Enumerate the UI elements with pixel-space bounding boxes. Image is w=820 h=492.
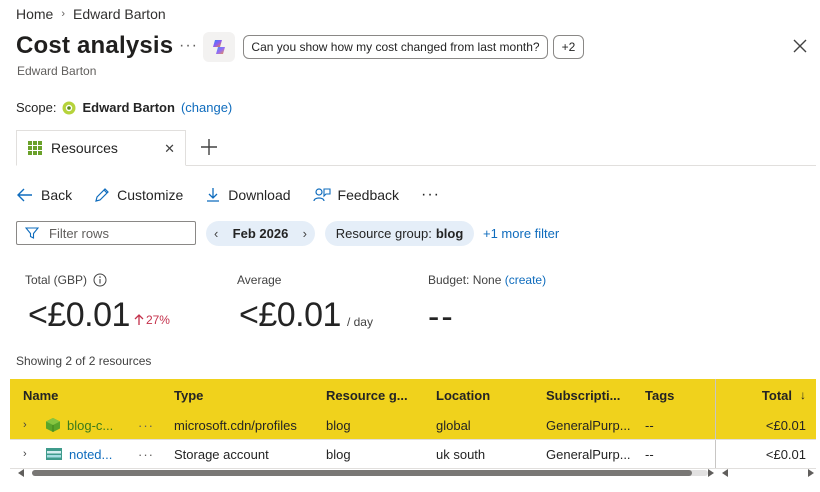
arrow-up-icon (134, 314, 144, 325)
add-tab-icon[interactable] (198, 136, 220, 158)
row-location: uk south (436, 446, 486, 462)
column-name[interactable]: Name (23, 379, 58, 411)
close-icon[interactable] (790, 36, 810, 56)
page-subtitle: Edward Barton (17, 64, 97, 78)
toolbar-more-button[interactable]: ··· (421, 186, 440, 204)
row-more-button[interactable]: ··· (138, 440, 154, 468)
download-icon (207, 188, 220, 202)
chevron-left-icon[interactable]: ‹ (214, 226, 218, 241)
row-total: <£0.01 (765, 417, 806, 433)
expand-chevron-icon[interactable]: › (23, 448, 39, 460)
kpi-budget-value: -- (428, 298, 455, 336)
tab-close-icon[interactable]: ✕ (164, 141, 175, 157)
row-resource-group: blog (326, 417, 351, 433)
row-subscription: GeneralPurp... (546, 417, 631, 433)
table-row[interactable]: › blog-c... ··· microsoft.cdn/profiles b… (10, 411, 816, 440)
row-name-cell[interactable]: › noted... (23, 440, 112, 468)
column-divider (715, 411, 716, 439)
copilot-button[interactable] (203, 32, 235, 62)
tab-label: Resources (51, 140, 118, 156)
horizontal-scrollbar[interactable] (16, 467, 716, 479)
row-resource-group: blog (326, 446, 351, 462)
column-tags[interactable]: Tags (645, 379, 674, 411)
create-budget-link[interactable]: (create) (505, 273, 546, 287)
kpi-change: 27% (134, 313, 170, 327)
row-location: global (436, 417, 471, 433)
showing-count: Showing 2 of 2 resources (16, 354, 152, 368)
column-type[interactable]: Type (174, 379, 203, 411)
row-total: <£0.01 (765, 446, 806, 462)
more-filter-link[interactable]: +1 more filter (483, 226, 559, 241)
table-header: Name Type Resource g... Location Subscri… (10, 379, 816, 411)
column-divider (715, 379, 716, 411)
breadcrumb-current[interactable]: Edward Barton (73, 6, 166, 22)
copilot-icon (213, 40, 225, 54)
feedback-button[interactable]: Feedback (312, 187, 399, 203)
date-range-pill[interactable]: ‹ Feb 2026 › (206, 221, 315, 246)
scope-change-link[interactable]: (change) (181, 100, 232, 115)
subscription-key-icon (62, 101, 76, 114)
breadcrumb: Home › Edward Barton (16, 5, 166, 23)
pencil-icon (95, 188, 109, 202)
scope-name: Edward Barton (82, 100, 175, 115)
info-icon[interactable] (93, 273, 107, 287)
row-subscription: GeneralPurp... (546, 446, 631, 462)
row-more-button[interactable]: ··· (138, 411, 154, 439)
column-total[interactable]: Total ↓ (762, 379, 806, 411)
kpi-budget-label: Budget: None (create) (428, 273, 547, 287)
more-prompts-pill[interactable]: +2 (553, 35, 584, 59)
title-more-button[interactable]: ··· (179, 37, 198, 55)
chevron-right-icon: › (61, 8, 66, 20)
scope-label: Scope: (16, 100, 57, 115)
column-resource-group[interactable]: Resource g... (326, 379, 408, 411)
sort-descending-icon: ↓ (800, 388, 806, 402)
scope-bar: Scope: Edward Barton (change) (16, 100, 232, 115)
row-type: Storage account (174, 446, 269, 462)
column-location[interactable]: Location (436, 379, 490, 411)
suggested-prompt-pill[interactable]: Can you show how my cost changed from la… (243, 35, 548, 59)
expand-chevron-icon[interactable]: › (23, 419, 39, 431)
filter-rows-input[interactable]: Filter rows (16, 221, 196, 245)
filter-placeholder: Filter rows (49, 225, 109, 241)
chevron-right-icon[interactable]: › (303, 226, 307, 241)
cdn-profile-icon (46, 418, 60, 432)
storage-account-icon (46, 448, 62, 460)
back-button[interactable]: Back (16, 187, 72, 203)
date-label: Feb 2026 (232, 226, 289, 241)
grid-icon (28, 141, 42, 155)
feedback-icon (312, 188, 331, 202)
kpi-average-value: <£0.01 / day (239, 296, 373, 334)
customize-button[interactable]: Customize (94, 187, 183, 203)
tab-resources[interactable]: Resources ✕ (16, 130, 186, 166)
kpi-total-value: <£0.01 27% (28, 296, 170, 334)
page-title: Cost analysis (16, 32, 174, 59)
arrow-left-icon (17, 188, 32, 202)
column-divider (715, 440, 716, 468)
toolbar: Back Customize Download Feedback ··· (16, 184, 462, 206)
download-button[interactable]: Download (205, 187, 291, 203)
kpi-total-label: Total (GBP) (25, 273, 107, 287)
row-name-cell[interactable]: › blog-c... (23, 411, 113, 439)
breadcrumb-home[interactable]: Home (16, 6, 53, 22)
table-row[interactable]: › noted... ··· Storage account blog uk s… (10, 440, 816, 469)
resource-group-filter-pill[interactable]: Resource group: blog (325, 221, 474, 246)
column-subscription[interactable]: Subscripti... (546, 379, 620, 411)
row-type: microsoft.cdn/profiles (174, 417, 297, 433)
row-tags: -- (645, 417, 654, 433)
kpi-average-label: Average (237, 273, 282, 287)
filter-icon (25, 227, 39, 239)
resources-table: Name Type Resource g... Location Subscri… (10, 379, 816, 469)
total-column-scrollbar[interactable] (720, 467, 816, 479)
row-tags: -- (645, 446, 654, 462)
